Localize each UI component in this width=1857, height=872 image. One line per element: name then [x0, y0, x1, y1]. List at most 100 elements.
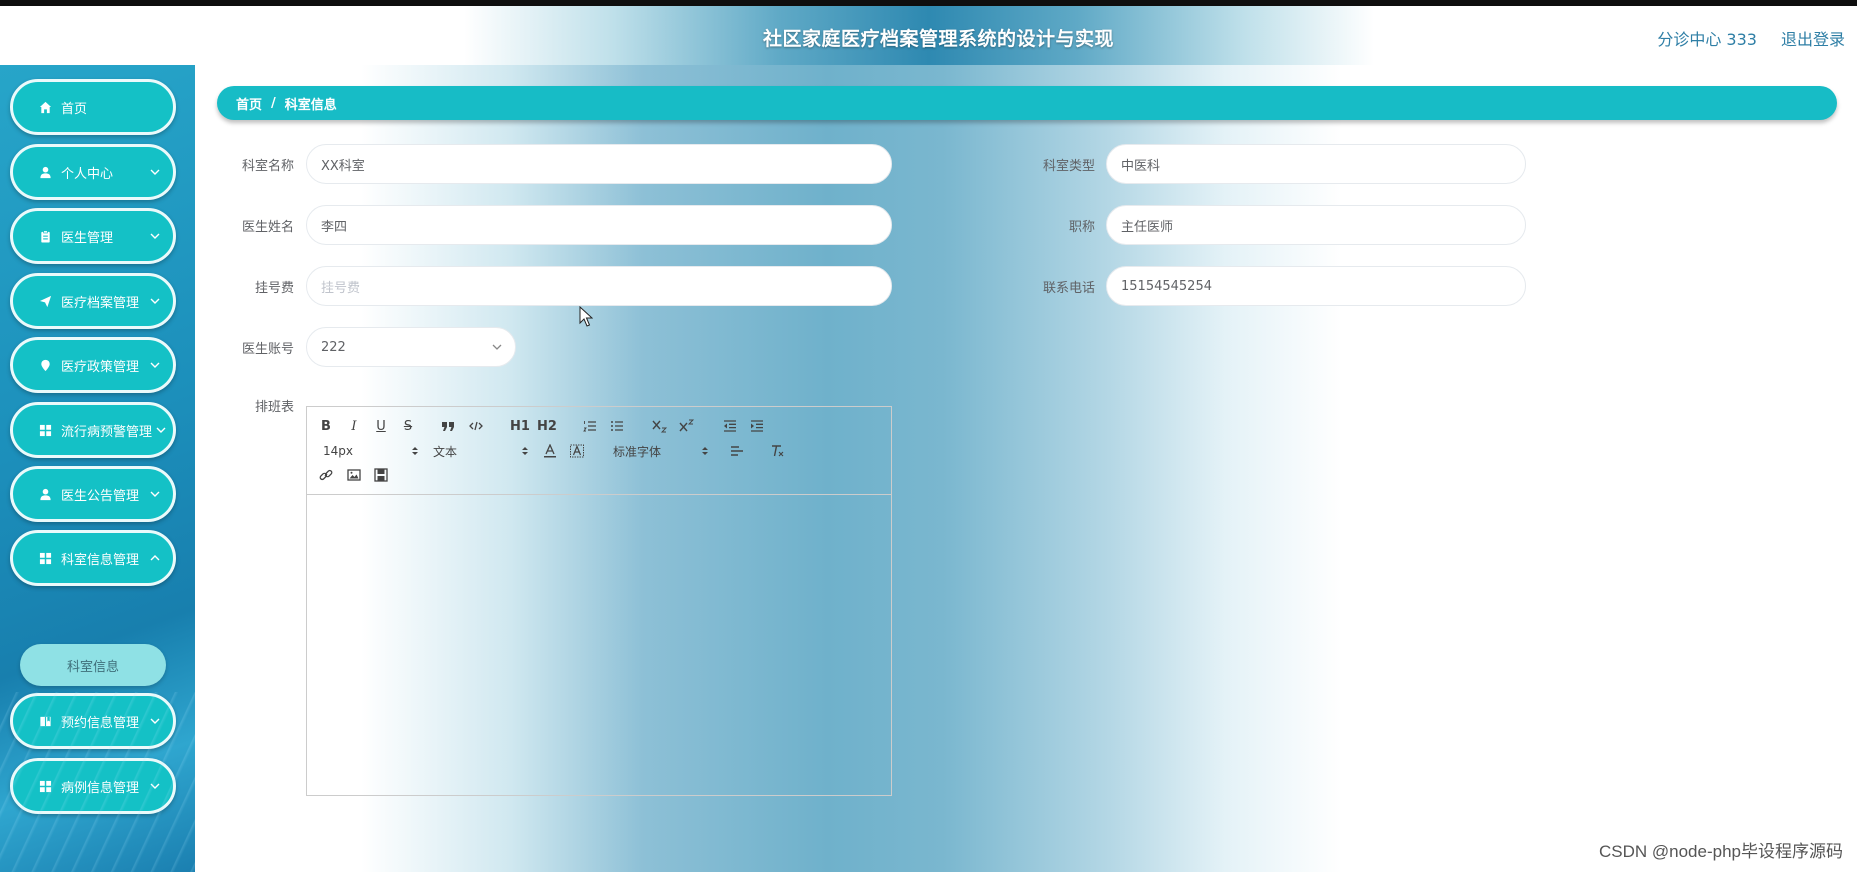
font-size-picker[interactable]: 14px: [323, 442, 419, 460]
background-color-icon: [570, 444, 584, 458]
header: 社区家庭医疗档案管理系统的设计与实现 分诊中心 333 退出登录: [0, 6, 1857, 65]
clear-format-button[interactable]: [769, 442, 787, 460]
sidebar-item-epidemic-warning[interactable]: 流行病预警管理: [10, 402, 176, 458]
superscript-icon: [679, 419, 695, 432]
superscript-button[interactable]: [678, 417, 696, 435]
bookmark-icon: [37, 713, 53, 729]
dept-type-input[interactable]: 中医科: [1106, 144, 1526, 184]
indent-button[interactable]: [748, 417, 766, 435]
indent-icon: [751, 420, 763, 432]
sidebar-item-case-info[interactable]: 病例信息管理: [10, 758, 176, 814]
ordered-list-button[interactable]: [581, 417, 599, 435]
image-button[interactable]: [345, 466, 363, 484]
breadcrumb-current: 科室信息: [284, 97, 337, 113]
editor-content-area[interactable]: [307, 495, 891, 795]
sidebar-item-personal-center[interactable]: 个人中心: [10, 144, 176, 200]
phone-input[interactable]: 15154545254: [1106, 266, 1526, 306]
dept-name-input[interactable]: XX科室: [306, 144, 892, 184]
chevron-down-icon: [150, 362, 160, 368]
subscript-icon: [652, 420, 668, 433]
subscript-button[interactable]: [651, 417, 669, 435]
dept-name-label: 科室名称: [241, 159, 294, 174]
user-icon: [37, 486, 53, 502]
blockquote-button[interactable]: [439, 417, 457, 435]
sidebar-item-label: 病例信息管理: [61, 780, 140, 796]
sidebar-item-label: 医疗政策管理: [61, 359, 140, 375]
account-select-value: 222: [321, 339, 346, 355]
sidebar-item-medical-policy[interactable]: 医疗政策管理: [10, 337, 176, 393]
h2-button[interactable]: H2: [537, 417, 557, 435]
font-family-value: 标准字体: [613, 444, 662, 459]
sidebar-item-label: 首页: [61, 101, 88, 117]
header-actions: 分诊中心 333 退出登录: [1657, 26, 1845, 50]
grid-icon: [37, 550, 53, 566]
watermark: CSDN @node-php毕设程序源码: [1599, 842, 1843, 861]
sidebar-subitem-dept-info[interactable]: 科室信息: [20, 644, 166, 686]
clipboard-icon: [37, 228, 53, 244]
video-icon: [374, 468, 388, 482]
chevron-down-icon: [150, 491, 160, 497]
picker-arrows-icon: [702, 447, 708, 455]
account-label: 医生账号: [241, 342, 294, 357]
chevron-up-icon: [150, 555, 160, 561]
font-family-picker[interactable]: 标准字体: [613, 442, 709, 460]
account-select[interactable]: 222: [306, 327, 516, 367]
location-pin-icon: [37, 357, 53, 373]
text-color-icon: [544, 444, 556, 458]
title-input[interactable]: 主任医师: [1106, 205, 1526, 245]
sidebar-item-medical-records[interactable]: 医疗档案管理: [10, 273, 176, 329]
header-picker-value: 文本: [433, 444, 458, 459]
align-left-icon: [731, 446, 743, 456]
schedule-editor: B I U S H1 H2 14px 文本 标准字体: [306, 406, 892, 796]
breadcrumb: 首页 / 科室信息: [217, 86, 1837, 120]
sidebar: 首页 个人中心 医生管理 医疗档案管理 医疗政策管理 流行病预警管理 医生公告管…: [0, 65, 195, 872]
bold-button[interactable]: B: [317, 417, 335, 435]
doctor-name-label: 医生姓名: [241, 220, 294, 235]
chevron-down-icon: [150, 298, 160, 304]
fee-label: 挂号费: [254, 281, 294, 296]
bullet-list-button[interactable]: [608, 417, 626, 435]
sidebar-item-label: 个人中心: [61, 166, 114, 182]
align-button[interactable]: [728, 442, 746, 460]
background-color-button[interactable]: [568, 442, 586, 460]
italic-button[interactable]: I: [345, 417, 363, 435]
link-button[interactable]: [317, 466, 335, 484]
user-label[interactable]: 分诊中心 333: [1657, 26, 1757, 50]
chevron-down-icon: [150, 169, 160, 175]
header-picker[interactable]: 文本: [433, 442, 529, 460]
fee-input[interactable]: 挂号费: [306, 266, 892, 306]
sidebar-item-home[interactable]: 首页: [10, 79, 176, 135]
h1-button[interactable]: H1: [510, 417, 530, 435]
outdent-button[interactable]: [721, 417, 739, 435]
video-button[interactable]: [372, 466, 390, 484]
sidebar-item-doctor-management[interactable]: 医生管理: [10, 208, 176, 264]
home-icon: [37, 99, 53, 115]
editor-toolbar: B I U S H1 H2 14px 文本 标准字体: [307, 407, 891, 495]
strike-button[interactable]: S: [399, 417, 417, 435]
sidebar-item-label: 流行病预警管理: [61, 424, 153, 440]
user-icon: [37, 164, 53, 180]
chevron-down-icon: [150, 233, 160, 239]
app-title: 社区家庭医疗档案管理系统的设计与实现: [762, 28, 1114, 50]
text-color-button[interactable]: [541, 442, 559, 460]
sidebar-item-doctor-notice[interactable]: 医生公告管理: [10, 466, 176, 522]
doctor-name-input[interactable]: 李四: [306, 205, 892, 245]
breadcrumb-separator: /: [271, 95, 276, 111]
logout-link[interactable]: 退出登录: [1781, 26, 1845, 50]
title-label: 职称: [1068, 220, 1095, 235]
chevron-down-icon: [492, 344, 502, 350]
code-block-button[interactable]: [467, 417, 485, 435]
sidebar-item-appointment[interactable]: 预约信息管理: [10, 693, 176, 749]
breadcrumb-home[interactable]: 首页: [236, 94, 262, 113]
sidebar-item-dept-info[interactable]: 科室信息管理: [10, 530, 176, 586]
image-icon: [347, 469, 361, 481]
code-icon: [469, 421, 483, 431]
sidebar-item-label: 医疗档案管理: [61, 295, 140, 311]
picker-arrows-icon: [522, 447, 528, 455]
chevron-down-icon: [150, 783, 160, 789]
chevron-down-icon: [156, 427, 166, 433]
underline-button[interactable]: U: [372, 417, 390, 435]
quote-icon: [442, 422, 454, 431]
dept-type-label: 科室类型: [1042, 159, 1095, 174]
schedule-label: 排班表: [254, 400, 294, 415]
